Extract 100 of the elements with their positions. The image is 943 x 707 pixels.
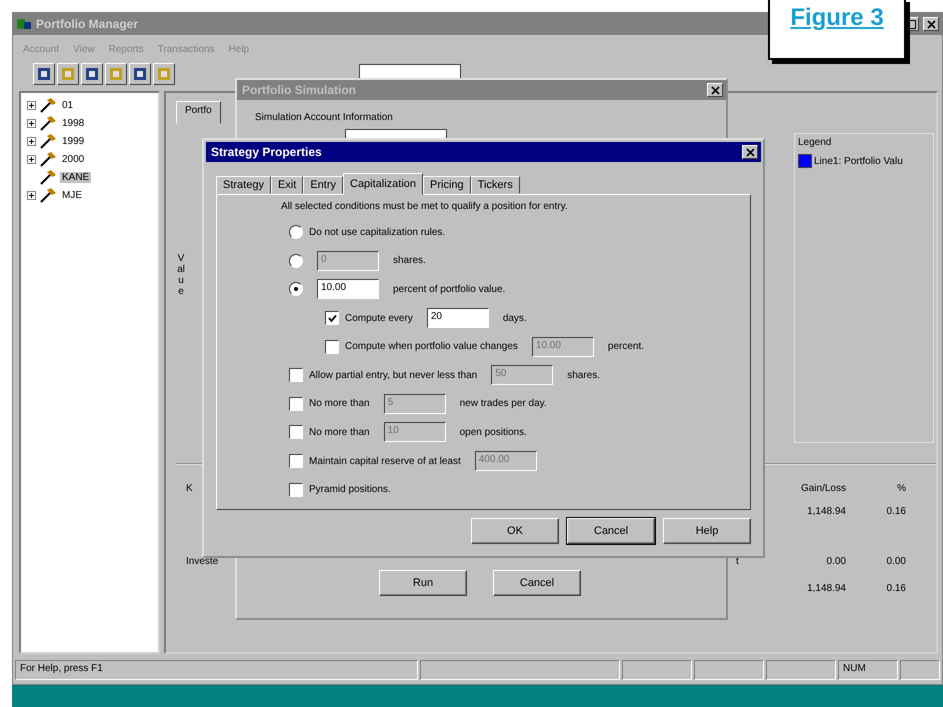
input-field[interactable]: 20 [426, 308, 489, 328]
close-button[interactable] [742, 145, 758, 159]
checkbox[interactable] [325, 340, 339, 354]
expand-icon[interactable] [27, 190, 36, 200]
table-cell: 0.16 [886, 583, 906, 594]
dialog-button[interactable]: Cancel [493, 570, 581, 596]
close-icon [746, 148, 754, 156]
tree-item[interactable]: KANE [60, 172, 92, 182]
unit-label: percent. [608, 341, 644, 352]
option-label: Pyramid positions. [309, 484, 391, 496]
expand-icon[interactable] [27, 118, 36, 128]
tree-item[interactable]: 2000 [60, 154, 86, 164]
radio-button[interactable] [289, 282, 303, 296]
table-cell: 0.00 [826, 556, 846, 567]
toolbar-button[interactable] [153, 63, 175, 85]
dialog-button[interactable]: Cancel [567, 518, 655, 544]
tree-item[interactable]: 1998 [60, 118, 86, 128]
checkbox[interactable] [325, 311, 339, 326]
tree-item[interactable]: 1999 [60, 136, 86, 146]
option-label: Compute every [345, 312, 413, 324]
hammer-icon [39, 115, 57, 131]
dialog-button[interactable]: OK [471, 518, 559, 544]
table-cell: 1,148.94 [807, 583, 846, 594]
hammer-icon [39, 133, 57, 149]
status-indicator: NUM [838, 660, 898, 680]
table-cell: 1,148.94 [807, 506, 846, 517]
close-icon [710, 86, 720, 94]
expand-icon[interactable] [27, 154, 36, 164]
table-cell: Gain/Loss [800, 483, 846, 494]
axis-label: Value [176, 253, 186, 297]
status-panel [900, 660, 940, 680]
toolbar-icon [60, 66, 76, 82]
toolbar-button[interactable] [129, 63, 151, 85]
toolbar-button[interactable] [81, 63, 103, 85]
checkbox[interactable] [289, 368, 303, 382]
option-label: Do not use capitalization rules. [309, 226, 446, 238]
checkbox[interactable] [289, 425, 303, 440]
toolbar-button[interactable] [57, 63, 79, 85]
group-label: Simulation Account Information [255, 112, 394, 123]
checkbox[interactable] [289, 482, 303, 497]
unit-label: new trades per day. [460, 398, 547, 410]
expand-icon[interactable] [27, 100, 36, 110]
checkbox[interactable] [289, 396, 303, 411]
tab[interactable]: Exit [270, 176, 304, 194]
toolbar-button[interactable] [105, 63, 127, 85]
unit-label: days. [502, 312, 527, 324]
unit-label: shares. [393, 255, 426, 266]
table-cell: 0.16 [886, 506, 906, 517]
option-label: No more than [309, 398, 370, 410]
dialog-button[interactable]: Run [379, 570, 467, 596]
toolbar-icon [108, 66, 124, 82]
hammer-icon [39, 151, 57, 167]
close-button[interactable] [923, 17, 939, 31]
table-cell: Investe [186, 556, 218, 567]
window-title: Portfolio Manager [36, 17, 138, 31]
status-text: For Help, press F1 [15, 660, 418, 680]
table-cell: % [897, 483, 906, 494]
instruction-text: All selected conditions must be met to qualify a position for entry. [281, 201, 569, 212]
hammer-icon [39, 169, 57, 185]
legend-label: Line1: Portfolio Valu [814, 156, 903, 166]
tab[interactable]: Tickers [470, 176, 520, 194]
option-label: Compute when portfolio value changes [345, 341, 518, 352]
status-panel [694, 660, 764, 680]
table-cell: 0.00 [886, 556, 906, 567]
option-label: Allow partial entry, but never less than [309, 370, 478, 381]
option-label: Maintain capital reserve of at least [309, 456, 461, 467]
app-icon [16, 16, 32, 32]
hammer-icon [39, 187, 57, 203]
figure-label: Figure 3 [790, 4, 884, 32]
dialog-title: Portfolio Simulation [242, 83, 356, 97]
tab[interactable]: Strategy [216, 176, 271, 194]
expand-icon[interactable] [27, 136, 36, 146]
toolbar-icon [36, 66, 52, 82]
unit-label: open positions. [460, 426, 527, 438]
unit-label: percent of portfolio value. [393, 284, 506, 295]
legend-title: Legend [798, 137, 832, 148]
hammer-icon [39, 97, 57, 113]
panel-tab[interactable]: Portfo [176, 101, 221, 124]
radio-button[interactable] [289, 254, 303, 268]
tree-item[interactable]: 01 [60, 100, 76, 110]
dialog-button[interactable]: Help [663, 518, 751, 544]
unit-label: shares. [567, 370, 600, 381]
toolbar-icon [132, 66, 148, 82]
table-cell: t [736, 556, 739, 567]
tab[interactable]: Pricing [423, 176, 471, 194]
tree-item[interactable]: MJE [60, 190, 84, 200]
checkbox[interactable] [289, 454, 303, 468]
dialog-title: Strategy Properties [211, 145, 322, 159]
status-panel [766, 660, 836, 680]
tab[interactable]: Capitalization [343, 173, 424, 195]
tab[interactable]: Entry [303, 176, 343, 194]
close-icon [926, 20, 936, 28]
status-panel [622, 660, 692, 680]
table-cell: K [186, 483, 193, 494]
radio-button[interactable] [289, 225, 303, 240]
toolbar-button[interactable] [33, 63, 55, 85]
input-field[interactable]: 10.00 [317, 279, 379, 300]
option-label: No more than [309, 426, 370, 438]
toolbar-icon [84, 66, 100, 82]
toolbar-icon [156, 66, 172, 82]
